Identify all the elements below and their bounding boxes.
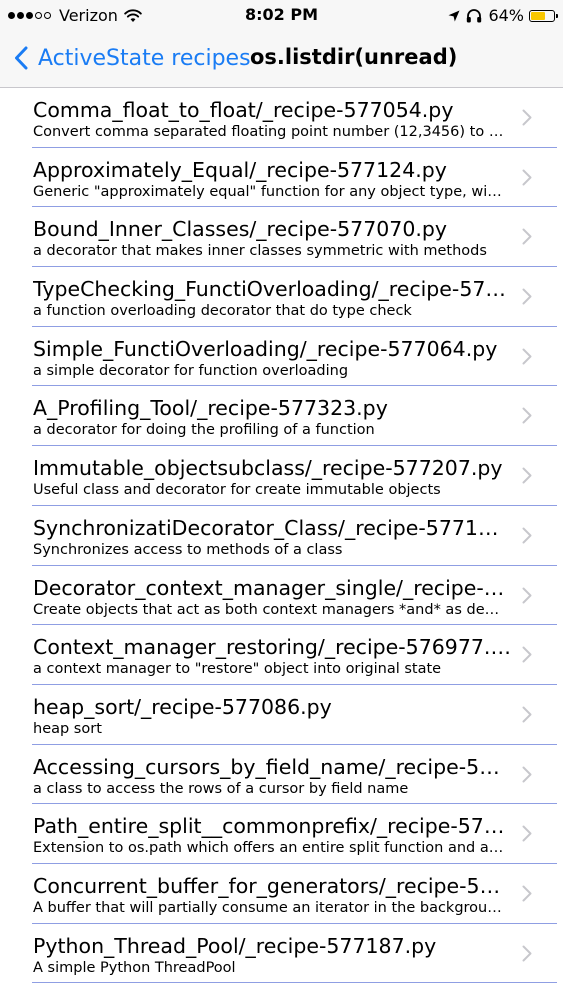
chevron-right-icon — [522, 288, 532, 305]
chevron-right-icon — [522, 766, 532, 783]
chevron-right-icon — [522, 646, 532, 663]
list-item[interactable]: Decorator_context_manager_single/_recipe… — [0, 566, 563, 626]
recipe-description: A buffer that will partially consume an … — [33, 899, 505, 916]
recipe-description: heap sort — [33, 720, 102, 737]
location-icon — [448, 10, 460, 21]
chevron-right-icon — [522, 109, 532, 126]
list-item[interactable]: Accessing_cursors_by_field_name/_recipe-… — [0, 745, 563, 805]
recipe-title: Simple_FunctiOverloading/_recipe-577064.… — [33, 336, 498, 361]
list-item[interactable]: A_Profiling_Tool/_recipe-577323.py a deco… — [0, 386, 563, 446]
back-chevron-icon — [15, 46, 28, 70]
recipe-title: Approximately_Equal/_recipe-577124.py — [33, 157, 447, 182]
list-item[interactable]: Context_manager_restoring/_recipe-576977… — [0, 625, 563, 685]
page-title: os.listdir(unread) — [250, 45, 458, 69]
recipe-title: Accessing_cursors_by_field_name/_recipe-… — [33, 754, 511, 779]
list-item[interactable]: Path_entire_split__commonprefix/_recipe-… — [0, 804, 563, 864]
recipe-description: Create objects that act as both context … — [33, 601, 505, 618]
recipe-title: Bound_Inner_Classes/_recipe-577070.py — [33, 217, 448, 242]
recipe-title: heap_sort/_recipe-577086.py — [33, 694, 332, 719]
chevron-right-icon — [522, 587, 532, 603]
chevron-right-icon — [522, 706, 532, 723]
battery-tip — [556, 13, 558, 18]
recipe-title: Python_Thread_Pool/_recipe-577187.py — [33, 933, 437, 958]
status-bar-right: 64% — [448, 6, 558, 25]
chevron-right-icon — [522, 467, 532, 484]
list-item[interactable]: Concurrent_buffer_for_generators/_recipe… — [0, 864, 563, 924]
list-item[interactable]: Comma_float_to_float/_recipe-577054.py Co… — [0, 88, 563, 148]
list-item[interactable]: heap_sort/_recipe-577086.py heap sort — [0, 685, 563, 745]
recipe-description: Convert comma separated floating point n… — [33, 124, 505, 140]
chevron-right-icon — [522, 527, 532, 544]
recipe-title: TypeChecking_FunctiOverloading/_recipe-5… — [33, 277, 511, 302]
recipe-list: Comma_float_to_float/_recipe-577054.py Co… — [0, 88, 563, 984]
recipe-description: Synchronizes access to methods of a clas… — [33, 541, 343, 558]
recipe-title: Decorator_context_manager_single/_recipe… — [33, 575, 511, 600]
recipe-description: a decorator for doing the profiling of a… — [33, 422, 375, 439]
recipe-description: a simple decorator for function overload… — [33, 362, 349, 379]
recipe-title: Path_entire_split__commonprefix/_recipe-… — [33, 814, 511, 839]
status-bar: Verizon 8:02 PM 64% — [0, 0, 563, 30]
chevron-right-icon — [522, 348, 532, 365]
back-button-label: ActiveState recipes — [38, 45, 251, 71]
recipe-title: A_Profiling_Tool/_recipe-577323.py — [33, 396, 388, 421]
chevron-right-icon — [522, 228, 532, 245]
list-item[interactable]: Approximately_Equal/_recipe-577124.py Gen… — [0, 148, 563, 208]
recipe-title: Comma_float_to_float/_recipe-577054.py — [33, 98, 454, 122]
recipe-description: a decorator that makes inner classes sym… — [33, 243, 487, 260]
headphones-icon — [467, 8, 482, 22]
recipe-description: Generic "approximately equal" function f… — [33, 183, 505, 200]
list-item[interactable]: Python_Thread_Pool/_recipe-577187.py A si… — [0, 924, 563, 984]
chevron-right-icon — [522, 825, 532, 842]
battery-percentage: 64% — [488, 6, 524, 25]
recipe-title: Immutable_objectsubclass/_recipe-577207.… — [33, 456, 503, 481]
list-item[interactable]: Immutable_objectsubclass/_recipe-577207.… — [0, 446, 563, 506]
screen: Verizon 8:02 PM 64% ActiveState recipes … — [0, 0, 563, 1000]
battery-level-fill — [531, 11, 545, 20]
chevron-right-icon — [522, 169, 532, 186]
recipe-description: Extension to os.path which offers an ent… — [33, 840, 505, 857]
chevron-right-icon — [522, 407, 532, 424]
list-item[interactable]: Simple_FunctiOverloading/_recipe-577064.… — [0, 327, 563, 387]
recipe-description: a context manager to "restore" object in… — [33, 661, 442, 678]
recipe-title: Context_manager_restoring/_recipe-576977… — [33, 635, 511, 660]
list-item[interactable]: Bound_Inner_Classes/_recipe-577070.py a d… — [0, 207, 563, 267]
battery-icon — [529, 9, 558, 22]
recipe-title: Concurrent_buffer_for_generators/_recipe… — [33, 873, 511, 898]
recipe-title: SynchronizatiDecorator_Class/_recipe-577… — [33, 515, 511, 540]
recipe-description: Useful class and decorator for create im… — [33, 482, 441, 499]
chevron-right-icon — [522, 885, 532, 902]
recipe-description: a function overloading decorator that do… — [33, 303, 412, 320]
list-item[interactable]: TypeChecking_FunctiOverloading/_recipe-5… — [0, 267, 563, 327]
chevron-right-icon — [522, 945, 532, 962]
recipe-description: a class to access the rows of a cursor b… — [33, 780, 409, 797]
recipe-description: A simple Python ThreadPool — [33, 959, 236, 976]
back-button[interactable]: ActiveState recipes — [14, 40, 251, 76]
list-item[interactable]: SynchronizatiDecorator_Class/_recipe-577… — [0, 506, 563, 566]
navigation-bar: ActiveState recipes os.listdir(unread) — [0, 30, 563, 88]
